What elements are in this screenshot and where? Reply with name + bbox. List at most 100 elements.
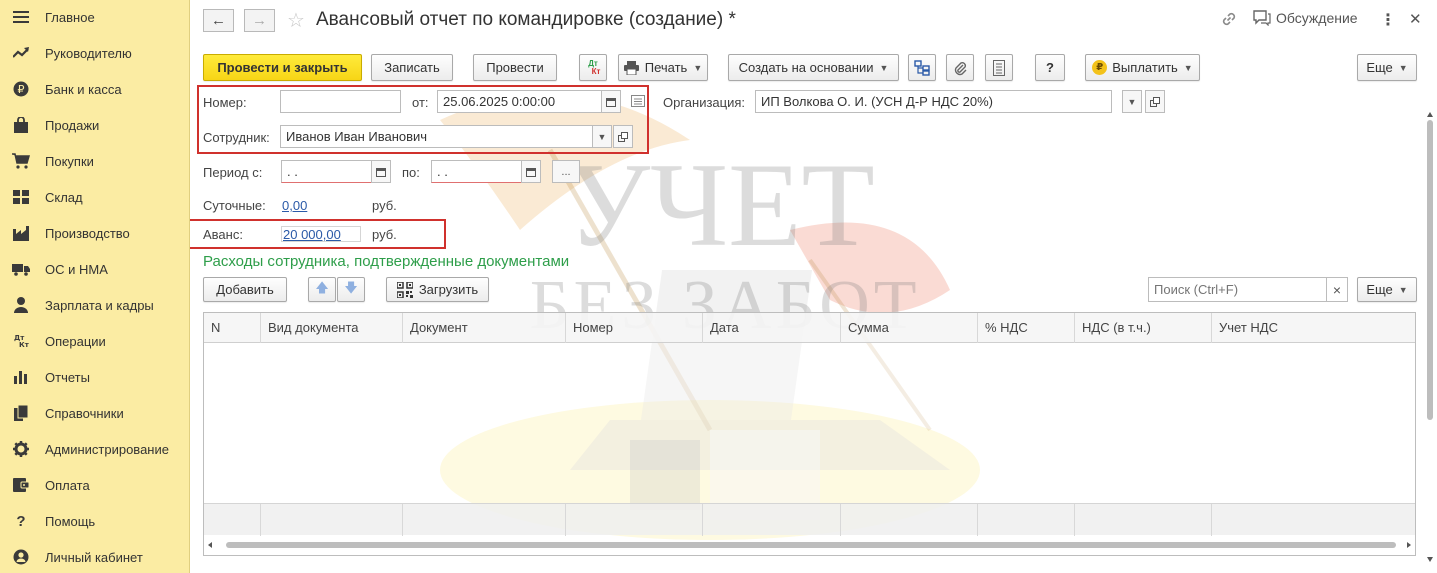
advance-field[interactable]: 20 000,00 — [281, 226, 361, 242]
table-more-button[interactable]: Еще ▼ — [1357, 277, 1417, 302]
vertical-scrollbar[interactable] — [1426, 112, 1434, 562]
column-header[interactable]: Дата — [703, 313, 841, 343]
sidebar-item-reports[interactable]: Отчеты — [0, 359, 190, 395]
sidebar-item-warehouse[interactable]: Склад — [0, 179, 190, 215]
organization-dropdown-button[interactable]: ▼ — [1122, 90, 1142, 113]
sidebar-item-payment[interactable]: Оплата — [0, 467, 190, 503]
bar-chart-icon — [12, 368, 30, 386]
pay-label: Выплатить — [1112, 60, 1178, 75]
back-button[interactable]: ← — [203, 9, 234, 32]
sidebar-item-help[interactable]: ? Помощь — [0, 503, 190, 539]
period-to-field[interactable]: . . — [431, 160, 522, 183]
column-header[interactable]: Вид документа — [261, 313, 403, 343]
sidebar-item-label: ОС и НМА — [45, 261, 108, 277]
sidebar-item-sales[interactable]: Продажи — [0, 107, 190, 143]
document-form: УЧЕТ БЕЗ ЗАБОТ ← → ☆ Авансовый отчет по … — [190, 0, 1437, 573]
sidebar-item-operations[interactable]: Дт Кт Операции — [0, 323, 190, 359]
horizontal-scrollbar[interactable] — [204, 535, 1415, 555]
calendar-icon — [606, 97, 616, 107]
cart-icon — [12, 152, 30, 170]
daily-allowance-label: Суточные: — [203, 198, 266, 213]
structure-button[interactable] — [908, 54, 936, 81]
chevron-down-icon: ▼ — [879, 62, 889, 73]
load-label: Загрузить — [418, 282, 479, 297]
sidebar-item-account[interactable]: Личный кабинет — [0, 539, 190, 573]
number-field[interactable] — [280, 90, 401, 113]
chevron-down-icon: ▼ — [597, 131, 607, 142]
star-icon[interactable]: ☆ — [287, 8, 305, 33]
employee-field[interactable]: Иванов Иван Иванович — [280, 125, 593, 148]
more-label: Еще — [1366, 282, 1393, 297]
document-list-button[interactable] — [985, 54, 1013, 81]
sidebar-item-label: Главное — [45, 9, 95, 25]
watermark-line1: УЧЕТ — [565, 138, 875, 271]
sidebar-item-manager[interactable]: Руководителю — [0, 35, 190, 71]
number-settings-icon[interactable] — [631, 95, 645, 110]
sidebar-item-fixed-assets[interactable]: ОС и НМА — [0, 251, 190, 287]
sidebar-item-main[interactable]: Главное — [0, 0, 190, 35]
sidebar: Главное Руководителю ₽ Банк и касса Прод… — [0, 0, 190, 573]
column-header[interactable]: Документ — [403, 313, 566, 343]
post-and-close-button[interactable]: Провести и закрыть — [203, 54, 362, 81]
post-button[interactable]: Провести — [473, 54, 557, 81]
help-button[interactable]: ? — [1035, 54, 1065, 81]
link-icon[interactable] — [1220, 10, 1238, 28]
sidebar-item-label: Производство — [45, 225, 130, 241]
create-based-on-button[interactable]: Создать на основании ▼ — [728, 54, 899, 81]
sidebar-item-label: Руководителю — [45, 45, 132, 61]
sidebar-item-bank[interactable]: ₽ Банк и касса — [0, 71, 190, 107]
books-icon — [12, 404, 30, 422]
move-up-button[interactable]: 🡅 — [308, 277, 336, 302]
chevron-down-icon: ▼ — [1398, 284, 1408, 295]
sidebar-item-production[interactable]: Производство — [0, 215, 190, 251]
close-icon[interactable]: ✕ — [1409, 10, 1422, 28]
period-from-field[interactable]: . . — [281, 160, 372, 183]
sidebar-item-references[interactable]: Справочники — [0, 395, 190, 431]
employee-dropdown-button[interactable]: ▼ — [592, 125, 612, 148]
document-list-icon — [993, 59, 1005, 76]
sidebar-item-admin[interactable]: Администрирование — [0, 431, 190, 467]
discussion-label: Обсуждение — [1276, 10, 1358, 26]
column-header[interactable]: % НДС — [978, 313, 1075, 343]
daily-allowance-link[interactable]: 0,00 — [282, 198, 307, 213]
save-button[interactable]: Записать — [371, 54, 453, 81]
person-icon — [12, 296, 30, 314]
calendar-button[interactable] — [601, 90, 621, 113]
pay-button[interactable]: ₽ Выплатить ▼ — [1085, 54, 1200, 81]
sidebar-item-purchases[interactable]: Покупки — [0, 143, 190, 179]
column-header[interactable]: Номер — [566, 313, 703, 343]
chevron-down-icon: ▼ — [693, 62, 703, 73]
ruble-coin-icon: ₽ — [12, 80, 30, 98]
search-input[interactable] — [1148, 277, 1327, 302]
move-down-button[interactable]: 🡇 — [337, 277, 365, 302]
arrow-down-icon: 🡇 — [344, 279, 358, 295]
period-to-label: по: — [402, 165, 420, 180]
sidebar-item-label: Операции — [45, 333, 106, 349]
menu-icon — [12, 8, 30, 26]
attach-button[interactable] — [946, 54, 974, 81]
employee-open-button[interactable] — [613, 125, 633, 148]
period-select-button[interactable]: ... — [552, 160, 580, 183]
date-field[interactable]: 25.06.2025 0:00:00 — [437, 90, 602, 113]
search-clear-button[interactable]: × — [1326, 277, 1348, 302]
sidebar-item-salary[interactable]: Зарплата и кадры — [0, 287, 190, 323]
column-header[interactable]: Сумма — [841, 313, 978, 343]
more-menu-icon[interactable]: ⋮ — [1380, 10, 1396, 30]
add-button[interactable]: Добавить — [203, 277, 287, 302]
sidebar-item-label: Продажи — [45, 117, 100, 133]
column-header[interactable]: N — [204, 313, 261, 343]
period-from-calendar-button[interactable] — [371, 160, 391, 183]
column-header[interactable]: Учет НДС — [1212, 313, 1415, 343]
column-header[interactable]: НДС (в т.ч.) — [1075, 313, 1212, 343]
open-window-icon — [1150, 96, 1160, 107]
shopping-bag-icon — [12, 116, 30, 134]
discussion-button[interactable]: Обсуждение — [1253, 10, 1358, 26]
period-to-calendar-button[interactable] — [521, 160, 541, 183]
more-button[interactable]: Еще ▼ — [1357, 54, 1417, 81]
print-button[interactable]: Печать ▼ — [618, 54, 708, 81]
forward-button[interactable]: → — [244, 9, 275, 32]
dt-kt-button[interactable]: Дт Кт — [579, 54, 607, 81]
load-button[interactable]: Загрузить — [386, 277, 489, 302]
organization-field[interactable]: ИП Волкова О. И. (УСН Д-Р НДС 20%) — [755, 90, 1112, 113]
organization-open-button[interactable] — [1145, 90, 1165, 113]
